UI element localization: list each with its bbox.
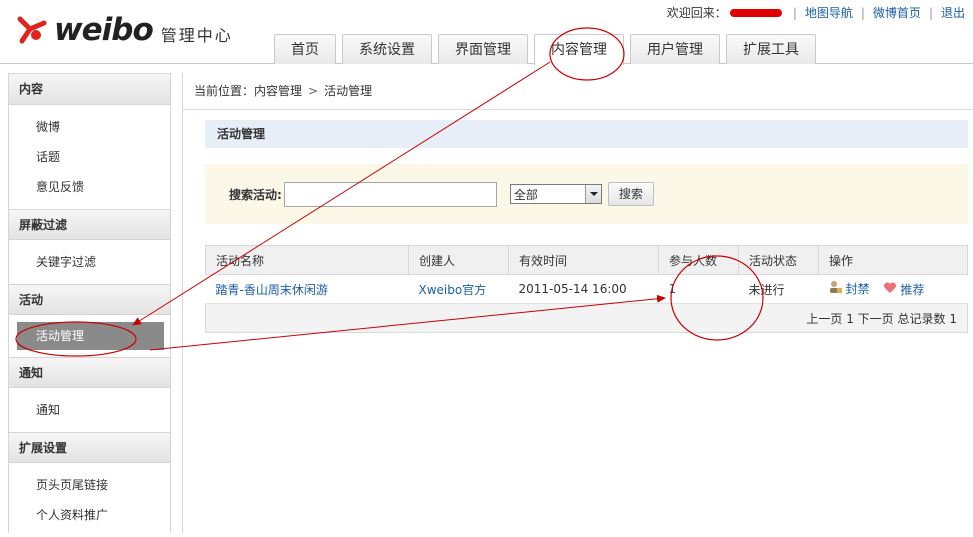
search-button[interactable]: 搜索 xyxy=(607,182,654,206)
status-select[interactable]: 全部 xyxy=(509,184,602,204)
sidebar-item-header-footer-links[interactable]: 页头页尾链接 xyxy=(9,470,170,500)
sidebar: 内容 微博 话题 意见反馈 屏蔽过滤 关键字过滤 活动 活动管理 通知 通知 扩… xyxy=(8,73,171,533)
main-nav: 首页 系统设置 界面管理 内容管理 用户管理 扩展工具 xyxy=(274,34,822,65)
ban-action[interactable]: 封禁 xyxy=(829,280,870,297)
section-title: 活动管理 xyxy=(205,120,968,148)
total-count: 1 xyxy=(949,311,957,326)
tab-users[interactable]: 用户管理 xyxy=(630,34,720,64)
status-select-value: 全部 xyxy=(513,187,538,202)
weibo-logo[interactable]: weibo 管理中心 xyxy=(16,12,233,48)
header: weibo 管理中心 欢迎回来： | 地图导航 | 微博首页 | 退出 首页 系… xyxy=(0,0,973,65)
col-header-actions: 操作 xyxy=(818,245,968,275)
total-label: 总记录数 xyxy=(897,311,946,326)
event-time: 2011-05-14 16:00 xyxy=(508,274,659,304)
recommend-label: 推荐 xyxy=(900,283,925,297)
tab-interface[interactable]: 界面管理 xyxy=(438,34,528,64)
sidebar-group-content: 内容 xyxy=(9,74,170,105)
sidebar-group-events: 活动 xyxy=(9,284,170,315)
event-status: 未进行 xyxy=(738,274,819,304)
creator-link[interactable]: Xweibo官方 xyxy=(419,283,487,297)
sidebar-item-keyword-filter[interactable]: 关键字过滤 xyxy=(9,247,170,277)
search-panel: 搜索活动: 全部 搜索 xyxy=(205,164,968,224)
events-table: 活动名称 创建人 有效时间 参与人数 活动状态 操作 踏青-香山周末休闲游 Xw… xyxy=(205,245,968,333)
col-header-count: 参与人数 xyxy=(658,245,739,275)
tab-system-settings[interactable]: 系统设置 xyxy=(342,34,432,64)
tab-home[interactable]: 首页 xyxy=(274,34,336,64)
weibo-home-link[interactable]: 微博首页 xyxy=(873,4,921,21)
sidebar-item-profile-promo[interactable]: 个人资料推广 xyxy=(9,500,170,530)
breadcrumb-parent[interactable]: 内容管理 xyxy=(254,84,302,98)
logout-link[interactable]: 退出 xyxy=(941,4,965,21)
sidebar-item-feedback[interactable]: 意见反馈 xyxy=(9,172,170,202)
table-header-row: 活动名称 创建人 有效时间 参与人数 活动状态 操作 xyxy=(205,245,968,275)
tab-extensions[interactable]: 扩展工具 xyxy=(726,34,816,64)
brand-name: weibo xyxy=(54,12,154,48)
breadcrumb-prefix: 当前位置： xyxy=(194,84,255,98)
participant-count-link[interactable]: 1 xyxy=(669,282,677,296)
heart-icon xyxy=(883,282,897,297)
table-row: 踏青-香山周末休闲游 Xweibo官方 2011-05-14 16:00 1 未… xyxy=(205,274,968,304)
top-links: 欢迎回来： | 地图导航 | 微博首页 | 退出 xyxy=(666,4,965,21)
current-page: 1 xyxy=(846,311,854,326)
sidebar-item-weibo[interactable]: 微博 xyxy=(9,112,170,142)
tab-content[interactable]: 内容管理 xyxy=(534,34,624,65)
brand-subtitle: 管理中心 xyxy=(160,26,233,45)
map-nav-link[interactable]: 地图导航 xyxy=(805,4,853,21)
sidebar-item-notifications[interactable]: 通知 xyxy=(9,395,170,425)
recommend-action[interactable]: 推荐 xyxy=(883,281,924,298)
sidebar-group-notifications: 通知 xyxy=(9,357,170,388)
chevron-down-icon[interactable] xyxy=(584,185,601,203)
col-header-name: 活动名称 xyxy=(205,245,409,275)
search-input[interactable] xyxy=(283,181,497,207)
breadcrumb-current: 活动管理 xyxy=(324,84,373,98)
breadcrumb: 当前位置：内容管理 > 活动管理 xyxy=(183,73,973,110)
welcome-text: 欢迎回来： xyxy=(666,6,727,20)
ban-label: 封禁 xyxy=(845,282,870,296)
weibo-eye-icon xyxy=(16,13,50,47)
main-content: 当前位置：内容管理 > 活动管理 活动管理 搜索活动: 全部 搜索 活动名称 创建人… xyxy=(182,73,973,533)
event-name-link[interactable]: 踏青-香山周末休闲游 xyxy=(216,283,328,297)
sidebar-group-extensions: 扩展设置 xyxy=(9,432,170,463)
col-header-creator: 创建人 xyxy=(408,245,509,275)
sidebar-item-topics[interactable]: 话题 xyxy=(9,142,170,172)
next-page-link[interactable]: 下一页 xyxy=(858,312,894,326)
sidebar-group-filter: 屏蔽过滤 xyxy=(9,209,170,240)
col-header-time: 有效时间 xyxy=(508,245,659,275)
prev-page-link[interactable]: 上一页 xyxy=(806,312,842,326)
col-header-status: 活动状态 xyxy=(738,245,819,275)
breadcrumb-separator: > xyxy=(308,84,319,98)
search-label: 搜索活动: xyxy=(229,187,282,202)
sidebar-item-event-management[interactable]: 活动管理 xyxy=(17,322,164,350)
pager-row: 上一页 1 下一页 总记录数 1 xyxy=(205,303,968,333)
user-lock-icon xyxy=(829,280,843,297)
username-redacted xyxy=(729,8,782,17)
